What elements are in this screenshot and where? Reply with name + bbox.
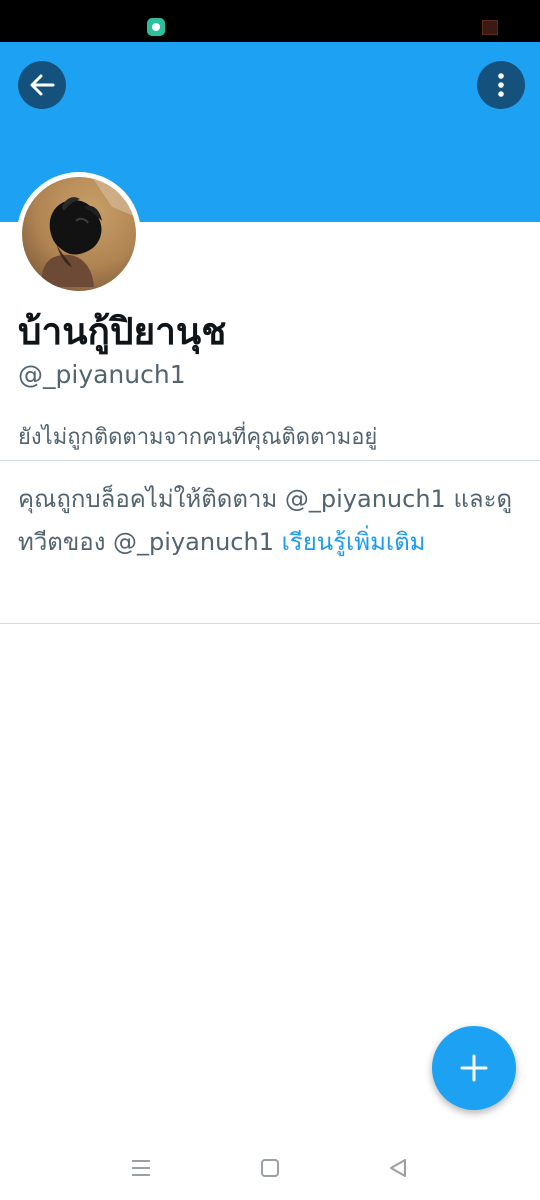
- divider: [0, 623, 540, 624]
- plus-icon: [460, 1054, 488, 1082]
- display-name: บ้านกู้ปิยานุช: [18, 310, 227, 353]
- divider: [0, 460, 540, 461]
- system-back-button[interactable]: [384, 1154, 412, 1182]
- status-bar: [0, 0, 540, 42]
- home-button[interactable]: [256, 1154, 284, 1182]
- messaging-app-icon: [147, 18, 165, 36]
- profile-screen: บ้านกู้ปิยานุช @_piyanuch1 ยังไม่ถูกติดต…: [0, 0, 540, 1200]
- follow-status-text: ยังไม่ถูกติดตามจากคนที่คุณติดตามอยู่: [18, 425, 378, 450]
- arrow-left-icon: [30, 74, 55, 96]
- menu-icon: [132, 1160, 150, 1176]
- system-navigation-bar: [0, 1140, 540, 1200]
- recent-apps-button[interactable]: [127, 1154, 155, 1182]
- learn-more-link[interactable]: เรียนรู้เพิ่มเติม: [282, 528, 426, 556]
- blocked-notice-text: คุณถูกบล็อคไม่ให้ติดตาม @_piyanuch1 และด…: [18, 485, 513, 556]
- user-handle: @_piyanuch1: [18, 360, 186, 389]
- back-button[interactable]: [18, 61, 66, 109]
- back-triangle-icon: [390, 1159, 406, 1177]
- battery-icon: [482, 20, 498, 35]
- blocked-notice: คุณถูกบล็อคไม่ให้ติดตาม @_piyanuch1 และด…: [18, 478, 518, 564]
- more-vertical-icon: [498, 73, 504, 97]
- more-options-button[interactable]: [477, 61, 525, 109]
- avatar-photo: [22, 177, 136, 291]
- home-square-icon: [261, 1159, 279, 1177]
- compose-tweet-button[interactable]: [432, 1026, 516, 1110]
- avatar[interactable]: [17, 172, 141, 296]
